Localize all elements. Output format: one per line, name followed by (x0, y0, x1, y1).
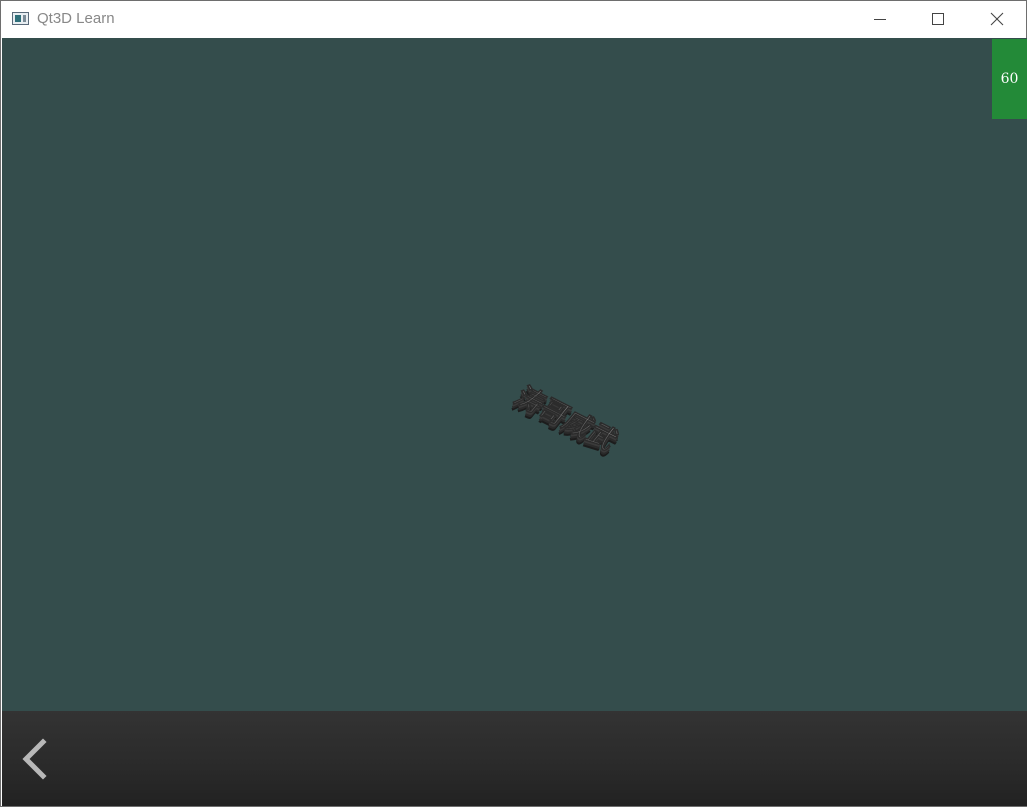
minimize-icon (874, 19, 886, 20)
back-button[interactable] (16, 737, 54, 781)
app-window: Qt3D Learn 60 涛哥威武 涛哥威武 涛哥威武 涛哥威武 (0, 0, 1027, 807)
fps-counter: 60 (992, 39, 1027, 119)
title-bar[interactable]: Qt3D Learn (1, 1, 1026, 38)
close-icon (990, 12, 1004, 26)
minimize-button[interactable] (851, 1, 909, 38)
chevron-left-icon (22, 738, 47, 780)
maximize-icon (932, 13, 944, 25)
3d-text-mesh: 涛哥威武 涛哥威武 涛哥威武 涛哥威武 (506, 371, 636, 462)
3d-viewport[interactable]: 60 涛哥威武 涛哥威武 涛哥威武 涛哥威武 (2, 38, 1027, 711)
maximize-button[interactable] (909, 1, 967, 38)
close-button[interactable] (968, 1, 1026, 38)
app-window-icon[interactable] (12, 12, 29, 25)
window-title: Qt3D Learn (37, 10, 115, 27)
bottom-toolbar (2, 711, 1027, 806)
